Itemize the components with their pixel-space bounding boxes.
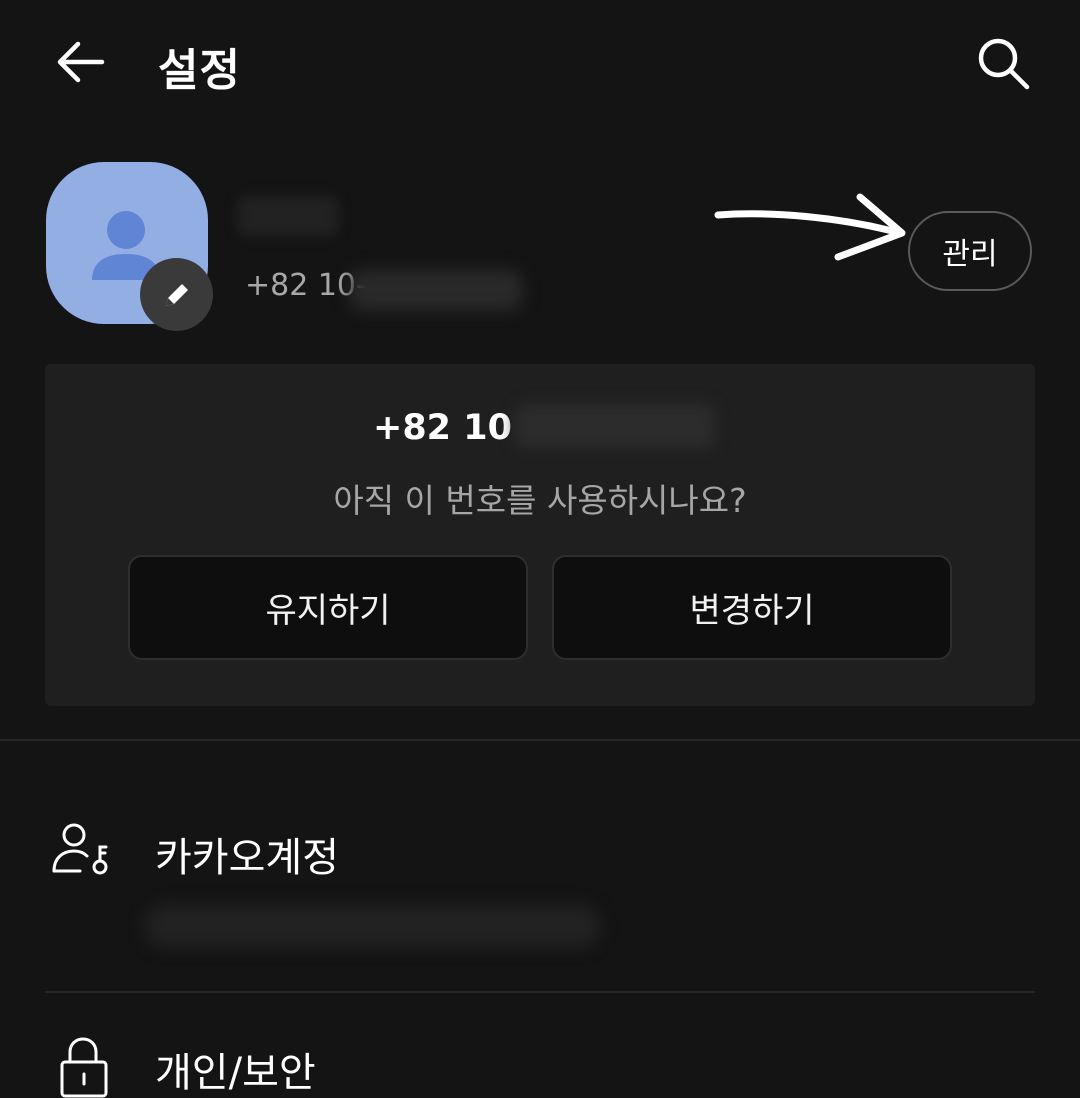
keep-number-button[interactable]: 유지하기: [128, 555, 528, 660]
arrow-left-icon: [57, 41, 105, 83]
profile-phone: +82 10-: [245, 268, 367, 303]
kakao-account-redacted: [145, 905, 600, 947]
settings-item-label[interactable]: 카카오계정: [155, 825, 339, 883]
back-button[interactable]: [50, 36, 110, 88]
settings-item-label[interactable]: 개인/보안: [155, 1040, 316, 1098]
profile-phone-redacted: [350, 270, 522, 310]
profile-name-redacted: [238, 196, 338, 236]
change-number-button[interactable]: 변경하기: [552, 555, 952, 660]
pencil-icon: [165, 283, 188, 306]
account-key-icon: [52, 823, 108, 875]
search-button[interactable]: [972, 32, 1034, 94]
lock-icon: [60, 1037, 108, 1098]
annotation-arrow: [714, 193, 906, 261]
card-phone-redacted: [515, 404, 715, 448]
settings-item-kakao-account[interactable]: [50, 815, 114, 879]
card-phone-number: +82 10: [373, 408, 512, 448]
edit-photo-button[interactable]: [140, 258, 213, 331]
settings-item-privacy[interactable]: [52, 1034, 116, 1098]
manage-button[interactable]: 관리: [908, 211, 1032, 291]
card-question: 아직 이 번호를 사용하시나요?: [333, 481, 747, 520]
section-divider: [0, 739, 1080, 741]
list-divider: [45, 991, 1035, 993]
page-title: 설정: [158, 45, 241, 96]
search-icon: [978, 38, 1030, 90]
